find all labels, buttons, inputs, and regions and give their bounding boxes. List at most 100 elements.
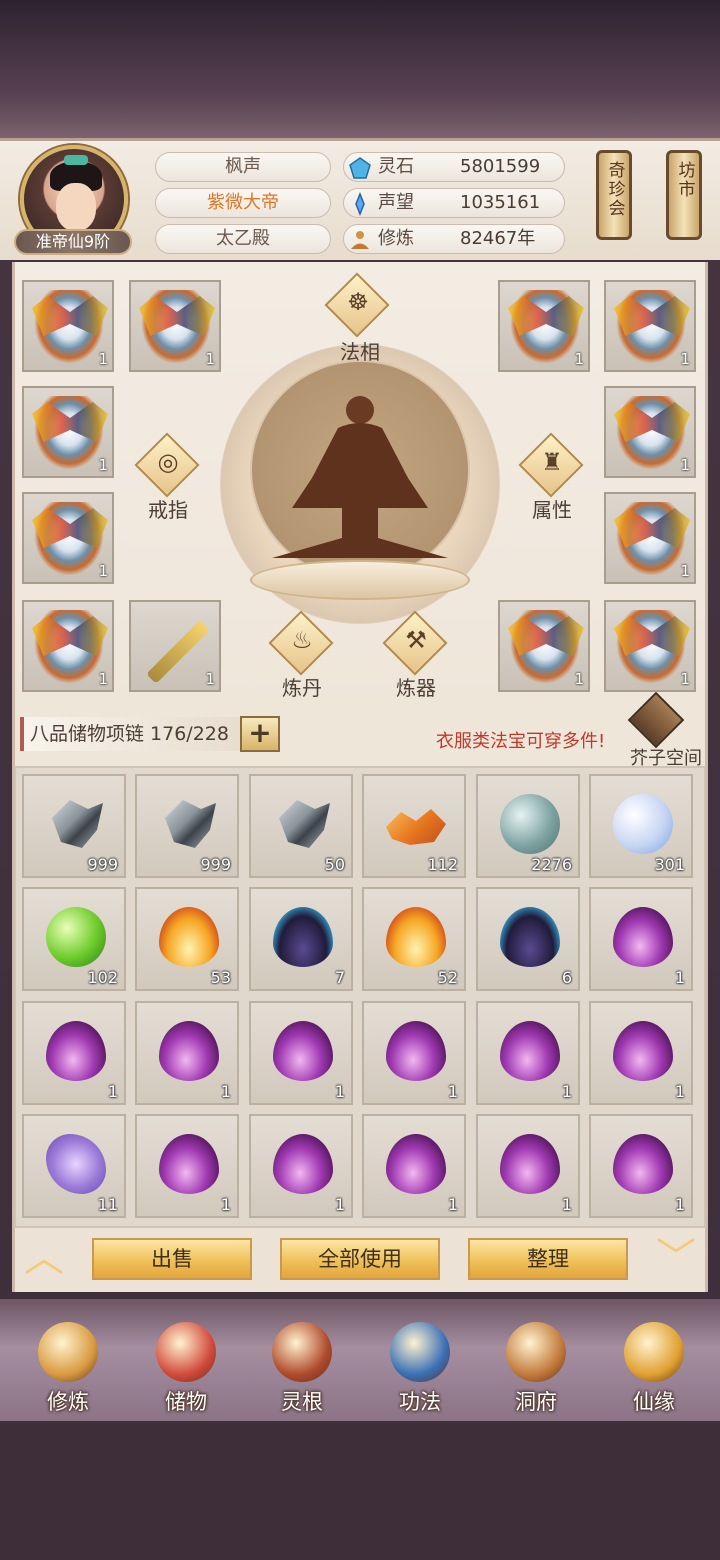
nav-item[interactable]: 修炼: [20, 1316, 116, 1416]
flame-purple-item-icon: [159, 1021, 219, 1081]
cave-dwelling-icon: [506, 1322, 566, 1382]
prestige-icon: [355, 192, 365, 216]
equipment-slot[interactable]: 1: [604, 492, 696, 584]
item-count: 53: [210, 968, 231, 987]
item-count: 7: [334, 968, 345, 987]
nav-label: 洞府: [515, 1390, 557, 1414]
expand-storage-button[interactable]: +: [240, 716, 280, 752]
inventory-slot[interactable]: 1: [589, 1114, 693, 1218]
inventory-slot[interactable]: 53: [135, 887, 239, 991]
attributes-button[interactable]: ♜: [518, 432, 584, 498]
nav-item[interactable]: 仙缘: [606, 1316, 702, 1416]
ore-item-icon: [165, 800, 216, 848]
inventory-slot[interactable]: 11: [22, 1114, 126, 1218]
equipment-slot[interactable]: 1: [22, 492, 114, 584]
equipment-slot[interactable]: 1: [604, 600, 696, 692]
inventory-slot[interactable]: 1: [476, 1114, 580, 1218]
equipment-slot[interactable]: 1: [129, 280, 221, 372]
equipment-slot[interactable]: 1: [604, 280, 696, 372]
footer-backdrop: [0, 1424, 720, 1560]
item-count: 1: [561, 1195, 572, 1214]
slot-count: 1: [574, 350, 584, 368]
inventory-slot[interactable]: 50: [249, 774, 353, 878]
equipment-slot[interactable]: 1: [498, 280, 590, 372]
nav-item[interactable]: 储物: [138, 1316, 234, 1416]
flame-orange-item-icon: [386, 907, 446, 967]
cauldron-icon: ♨: [291, 626, 313, 654]
equipment-slot[interactable]: 1: [604, 386, 696, 478]
slot-count: 1: [205, 670, 215, 688]
equipment-slot[interactable]: 1: [22, 600, 114, 692]
item-count: 1: [107, 1082, 118, 1101]
flame-dark-item-icon: [273, 907, 333, 967]
inventory-slot[interactable]: 1: [589, 887, 693, 991]
treasure-fair-button[interactable]: 奇珍会: [596, 150, 632, 240]
stat-cultivation: 修炼 82467年: [343, 224, 565, 254]
equipment-slot[interactable]: 1: [22, 280, 114, 372]
dharma-form-button[interactable]: ☸: [324, 272, 390, 338]
pearl-green-item-icon: [46, 907, 106, 967]
slot-count: 1: [98, 456, 108, 474]
inventory-slot[interactable]: 1: [249, 1001, 353, 1105]
slot-count: 1: [98, 562, 108, 580]
inventory-slot[interactable]: 301: [589, 774, 693, 878]
inventory-slot[interactable]: 1: [589, 1001, 693, 1105]
inventory-slot[interactable]: 52: [362, 887, 466, 991]
inventory-slot[interactable]: 1: [135, 1114, 239, 1218]
weapon-slot[interactable]: 1: [129, 600, 221, 692]
inventory-slot[interactable]: 1: [362, 1001, 466, 1105]
inventory-slot[interactable]: 2276: [476, 774, 580, 878]
slot-count: 1: [574, 670, 584, 688]
flame-purple-item-icon: [386, 1021, 446, 1081]
meditating-figure-icon: [272, 396, 448, 558]
equipment-slot[interactable]: 1: [22, 386, 114, 478]
item-count: 50: [324, 855, 345, 874]
inventory-slot[interactable]: 999: [22, 774, 126, 878]
slot-count: 1: [98, 350, 108, 368]
forge-button[interactable]: ⚒: [382, 610, 448, 676]
sort-button[interactable]: 整理: [468, 1238, 628, 1280]
item-count: 1: [674, 1195, 685, 1214]
item-count: 301: [654, 855, 685, 874]
nav-item[interactable]: 洞府: [488, 1316, 584, 1416]
inventory-slot[interactable]: 6: [476, 887, 580, 991]
stat-spirit-stone: 灵石 5801599: [343, 152, 565, 182]
spirit-root-icon: [272, 1322, 332, 1382]
immortal-fate-icon: [624, 1322, 684, 1382]
slot-count: 1: [680, 670, 690, 688]
sell-button[interactable]: 出售: [92, 1238, 252, 1280]
inventory-slot[interactable]: 999: [135, 774, 239, 878]
ring-label: 戒指: [148, 498, 188, 522]
page-up-arrow-icon[interactable]: ︿: [14, 1238, 74, 1278]
item-count: 112: [427, 855, 458, 874]
pearl-white-item-icon: [613, 794, 673, 854]
market-button[interactable]: 坊市: [666, 150, 702, 240]
slot-count: 1: [680, 456, 690, 474]
inventory-slot[interactable]: 112: [362, 774, 466, 878]
ring-button[interactable]: ◎: [134, 432, 200, 498]
inventory-slot[interactable]: 1: [22, 1001, 126, 1105]
use-all-button[interactable]: 全部使用: [280, 1238, 440, 1280]
flame-purple-item-icon: [613, 907, 673, 967]
alchemy-button[interactable]: ♨: [268, 610, 334, 676]
realm-badge: 准帝仙9阶: [14, 229, 132, 255]
flame-purple-item-icon: [500, 1134, 560, 1194]
inventory-slot[interactable]: 1: [362, 1114, 466, 1218]
flame-purple-item-icon: [386, 1134, 446, 1194]
item-count: 52: [437, 968, 458, 987]
player-name: 枫声: [155, 152, 331, 182]
equipment-slot[interactable]: 1: [498, 600, 590, 692]
inventory-slot[interactable]: 102: [22, 887, 126, 991]
inventory-slot[interactable]: 1: [476, 1001, 580, 1105]
nav-item[interactable]: 功法: [372, 1316, 468, 1416]
nav-item[interactable]: 灵根: [254, 1316, 350, 1416]
inventory-slot[interactable]: 1: [249, 1114, 353, 1218]
inventory-slot[interactable]: 1: [135, 1001, 239, 1105]
stat-value: 82467年: [460, 228, 536, 249]
nav-label: 仙缘: [633, 1390, 675, 1414]
ore-item-icon: [52, 800, 103, 848]
page-down-arrow-icon[interactable]: ﹀: [646, 1238, 706, 1278]
technique-book-icon: [390, 1322, 450, 1382]
flame-purple-item-icon: [46, 1021, 106, 1081]
inventory-slot[interactable]: 7: [249, 887, 353, 991]
